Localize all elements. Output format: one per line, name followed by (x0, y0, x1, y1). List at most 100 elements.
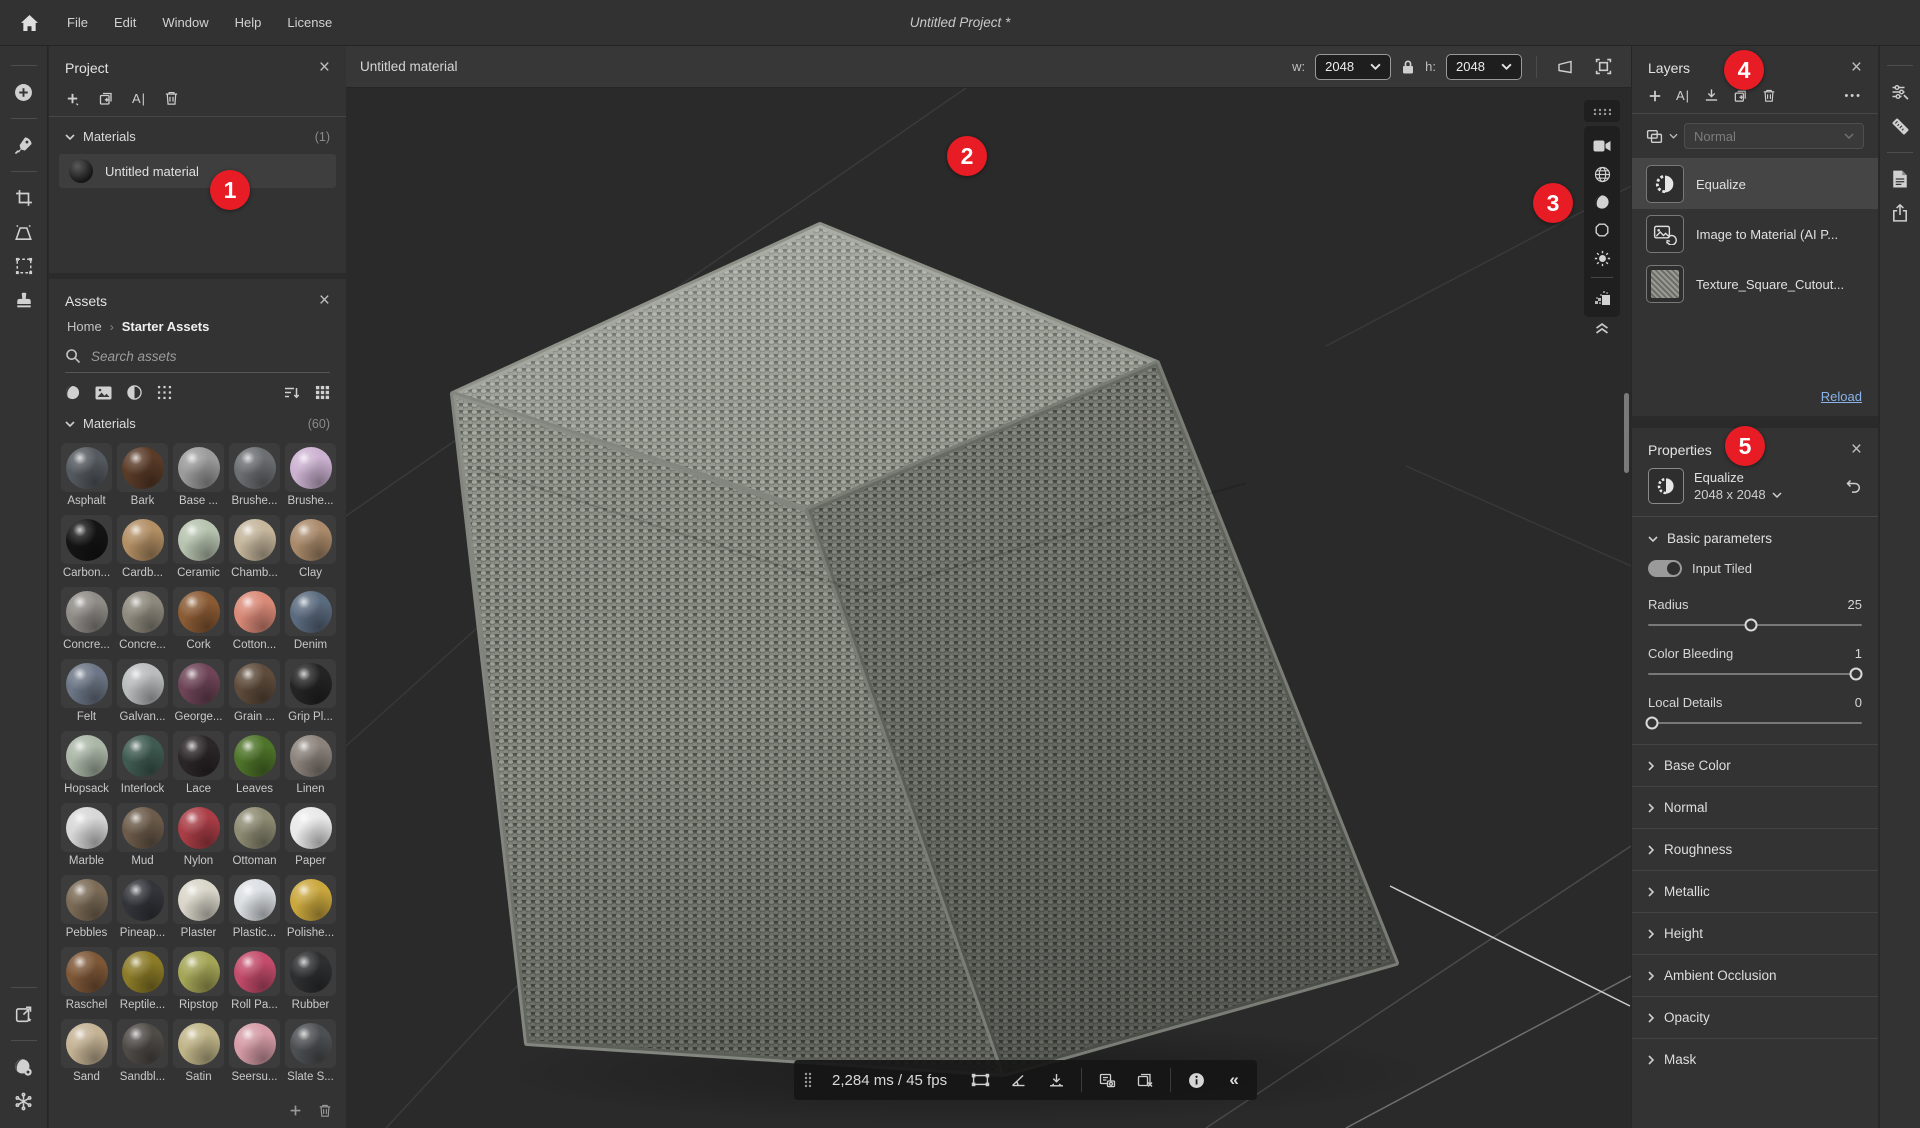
breadcrumb-home[interactable]: Home (67, 319, 102, 334)
menu-item[interactable]: Edit (101, 9, 149, 36)
viewport-3d[interactable]: Untitled material w: 2048 h: 2048 (346, 46, 1631, 1128)
asset-material-item[interactable]: Chamb... (229, 515, 280, 579)
disable-post-effects-button[interactable] (1132, 1067, 1158, 1093)
camera-view-button[interactable] (1587, 132, 1617, 160)
basic-parameters-header[interactable]: Basic parameters (1632, 517, 1878, 556)
import-layer-button[interactable] (1704, 88, 1719, 103)
lock-icon[interactable] (1401, 59, 1415, 75)
asset-material-item[interactable]: Sandbl... (117, 1019, 168, 1083)
asset-material-item[interactable]: Ottoman (229, 803, 280, 867)
asset-material-item[interactable]: Rubber (285, 947, 336, 1011)
delete-layer-button[interactable] (1762, 88, 1776, 103)
filter-materials-icon[interactable] (65, 385, 80, 400)
menu-item[interactable]: Help (222, 9, 275, 36)
collapse-status-button[interactable]: « (1221, 1067, 1247, 1093)
layer-item-equalize[interactable]: Equalize (1632, 159, 1878, 209)
asset-material-item[interactable]: Ripstop (173, 947, 224, 1011)
rename-layer-button[interactable]: A| (1676, 88, 1690, 103)
channel-section-header[interactable]: Mask (1632, 1038, 1878, 1080)
screenshot-button[interactable] (1094, 1067, 1120, 1093)
asset-material-item[interactable]: Grain ... (229, 659, 280, 723)
reload-link[interactable]: Reload (1821, 389, 1862, 404)
asset-material-item[interactable]: Mud (117, 803, 168, 867)
asset-material-item[interactable]: Carbon... (61, 515, 112, 579)
asset-material-item[interactable]: Slate S... (285, 1019, 336, 1083)
close-icon[interactable]: × (1851, 443, 1862, 457)
channel-section-header[interactable]: Roughness (1632, 828, 1878, 870)
add-asset-button[interactable] (7, 75, 41, 109)
texture-resolution-button[interactable] (1587, 283, 1617, 311)
asset-material-item[interactable]: George... (173, 659, 224, 723)
height-dropdown[interactable]: 2048 (1446, 54, 1522, 80)
asset-material-item[interactable]: Polishe... (285, 875, 336, 939)
asset-material-item[interactable]: Paper (285, 803, 336, 867)
asset-material-item[interactable]: Felt (61, 659, 112, 723)
drop-to-floor-button[interactable] (1043, 1067, 1069, 1093)
duplicate-layer-button[interactable] (1733, 88, 1748, 103)
layer-item-texture[interactable]: Texture_Square_Cutout... (1632, 259, 1878, 309)
add-layer-button[interactable] (1648, 89, 1662, 103)
layer-item-image-to-material[interactable]: Image to Material (AI P... (1632, 209, 1878, 259)
delete-button[interactable] (164, 90, 179, 106)
slider-knob[interactable] (1646, 717, 1659, 730)
marquee-tool-button[interactable] (7, 249, 41, 283)
view-frustum-icon[interactable] (1551, 54, 1579, 80)
asset-material-item[interactable]: Linen (285, 731, 336, 795)
asset-material-item[interactable]: Plaster (173, 875, 224, 939)
slider-track[interactable] (1648, 673, 1862, 675)
add-material-button[interactable] (65, 91, 80, 106)
asset-material-item[interactable]: Pineap... (117, 875, 168, 939)
asset-material-item[interactable]: Sand (61, 1019, 112, 1083)
asset-material-item[interactable]: Plastic... (229, 875, 280, 939)
asset-material-item[interactable]: Satin (173, 1019, 224, 1083)
asset-material-item[interactable]: Bark (117, 443, 168, 507)
perspective-tool-button[interactable] (7, 215, 41, 249)
crop-tool-button[interactable] (7, 181, 41, 215)
close-icon[interactable]: × (1851, 61, 1862, 75)
asset-material-item[interactable]: Interlock (117, 731, 168, 795)
close-icon[interactable]: × (319, 294, 330, 308)
asset-material-item[interactable]: Cotton... (229, 587, 280, 651)
channel-section-header[interactable]: Opacity (1632, 996, 1878, 1038)
asset-material-item[interactable]: Raschel (61, 947, 112, 1011)
slider-track[interactable] (1648, 624, 1862, 626)
channel-section-header[interactable]: Height (1632, 912, 1878, 954)
asset-material-item[interactable]: Marble (61, 803, 112, 867)
asset-material-item[interactable]: Cork (173, 587, 224, 651)
material-settings-button[interactable] (7, 1050, 41, 1084)
lighting-button[interactable] (1587, 244, 1617, 272)
project-material-item[interactable]: Untitled material (59, 154, 336, 188)
generate-button[interactable] (7, 128, 41, 162)
menu-item[interactable]: Window (149, 9, 221, 36)
asset-material-item[interactable]: Brushe... (285, 443, 336, 507)
share-export-button[interactable] (1883, 196, 1917, 230)
asset-material-item[interactable]: Asphalt (61, 443, 112, 507)
asset-material-item[interactable]: Nylon (173, 803, 224, 867)
menu-item[interactable]: License (274, 9, 345, 36)
asset-material-item[interactable]: Galvan... (117, 659, 168, 723)
grid-view-icon[interactable] (315, 385, 330, 400)
shape-blob-button[interactable] (1587, 216, 1617, 244)
slider-track[interactable] (1648, 722, 1862, 724)
asset-material-item[interactable]: Lace (173, 731, 224, 795)
channel-section-header[interactable]: Base Color (1632, 744, 1878, 786)
assets-materials-header[interactable]: Materials (60) (49, 404, 346, 439)
asset-material-item[interactable]: Clay (285, 515, 336, 579)
filters-panel-button[interactable] (1883, 75, 1917, 109)
filter-images-icon[interactable] (95, 386, 112, 400)
channel-section-header[interactable]: Metallic (1632, 870, 1878, 912)
asset-material-item[interactable]: Concre... (117, 587, 168, 651)
chevron-down-icon[interactable] (1669, 133, 1678, 139)
search-input[interactable] (91, 349, 330, 364)
width-dropdown[interactable]: 2048 (1315, 54, 1391, 80)
asset-material-item[interactable]: Ceramic (173, 515, 224, 579)
asset-material-item[interactable]: Hopsack (61, 731, 112, 795)
slider-knob[interactable] (1849, 668, 1862, 681)
asset-material-item[interactable]: Brushe... (229, 443, 280, 507)
input-tiled-toggle[interactable] (1648, 560, 1682, 577)
slider-knob[interactable] (1744, 619, 1757, 632)
asset-material-item[interactable]: Leaves (229, 731, 280, 795)
layer-stack-icon[interactable] (1646, 129, 1663, 144)
status-drag-handle[interactable] (804, 1072, 812, 1088)
reset-icon[interactable] (1845, 479, 1862, 493)
